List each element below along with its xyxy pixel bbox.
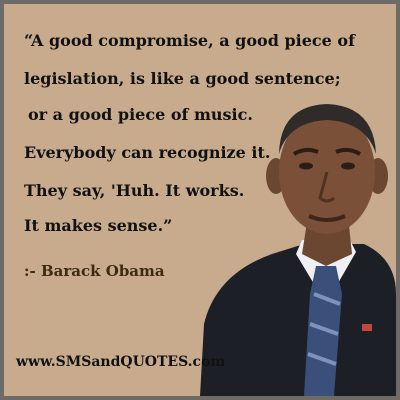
quote-card: “A good compromise, a good piece of legi… bbox=[0, 0, 400, 400]
suit-jacket bbox=[200, 244, 396, 396]
lapel-pin bbox=[362, 324, 372, 331]
quote-line-1: “A good compromise, a good piece of bbox=[24, 31, 355, 50]
quote-line-6: It makes sense.” bbox=[24, 216, 173, 235]
website-url: www.SMSandQUOTES.com bbox=[16, 354, 226, 370]
quote-author: :- Barack Obama bbox=[24, 262, 165, 280]
quote-line-3: or a good piece of music. bbox=[28, 105, 253, 124]
portrait-illustration bbox=[200, 104, 396, 396]
quote-line-4: Everybody can recognize it. bbox=[24, 143, 271, 162]
quote-line-2: legislation, is like a good sentence; bbox=[24, 69, 341, 88]
quote-line-5: They say, 'Huh. It works. bbox=[24, 181, 245, 200]
